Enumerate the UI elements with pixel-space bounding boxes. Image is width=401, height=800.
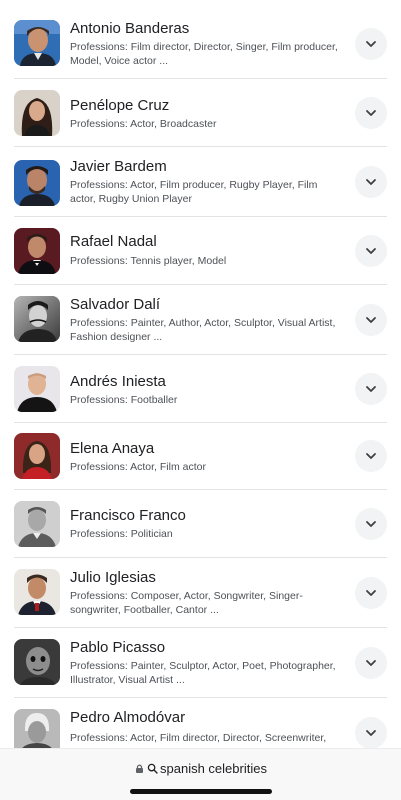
divider <box>14 146 387 147</box>
person-professions: Professions: Actor, Film producer, Rugby… <box>70 179 318 205</box>
person-professions: Professions: Painter, Author, Actor, Scu… <box>70 317 336 343</box>
divider <box>14 557 387 558</box>
chevron-down-icon <box>366 248 376 254</box>
portrait-pedro-almodovar-icon <box>14 709 60 748</box>
divider <box>14 216 387 217</box>
chevron-down-icon <box>366 179 376 185</box>
expand-button[interactable] <box>355 373 387 405</box>
person-name[interactable]: Julio Iglesias <box>70 569 156 587</box>
portrait-elena-anaya-icon <box>14 433 60 479</box>
divider <box>14 422 387 423</box>
person-name[interactable]: Rafael Nadal <box>70 233 157 251</box>
portrait-francisco-franco-icon <box>14 501 60 547</box>
person-name[interactable]: Francisco Franco <box>70 507 186 525</box>
person-professions: Professions: Actor, Film actor <box>70 461 206 473</box>
divider <box>14 284 387 285</box>
celebrity-list: Antonio Banderas Professions: Film direc… <box>0 0 401 748</box>
chevron-down-icon <box>366 317 376 323</box>
person-professions: Professions: Film director, Director, Si… <box>70 41 338 67</box>
expand-button[interactable] <box>355 508 387 540</box>
portrait-pablo-picasso-icon <box>14 639 60 685</box>
chevron-down-icon <box>366 110 376 116</box>
expand-button[interactable] <box>355 235 387 267</box>
person-name[interactable]: Javier Bardem <box>70 158 167 176</box>
divider <box>14 78 387 79</box>
expand-button[interactable] <box>355 647 387 679</box>
portrait-antonio-banderas-icon <box>14 20 60 66</box>
address-query[interactable]: spanish celebrities <box>160 761 267 776</box>
expand-button[interactable] <box>355 28 387 60</box>
person-name[interactable]: Andrés Iniesta <box>70 373 166 391</box>
chevron-down-icon <box>366 386 376 392</box>
lock-icon <box>136 764 144 773</box>
person-name[interactable]: Elena Anaya <box>70 440 154 458</box>
chevron-down-icon <box>366 730 376 736</box>
expand-button[interactable] <box>355 97 387 129</box>
portrait-andres-iniesta-icon <box>14 366 60 412</box>
person-professions: Professions: Footballer <box>70 394 178 406</box>
browser-address-bar[interactable]: spanish celebrities <box>0 748 401 800</box>
chevron-down-icon <box>366 660 376 666</box>
divider <box>14 489 387 490</box>
person-name[interactable]: Antonio Banderas <box>70 20 189 38</box>
person-professions: Professions: Composer, Actor, Songwriter… <box>70 590 303 616</box>
person-professions: Professions: Actor, Film director, Direc… <box>70 732 327 744</box>
person-name[interactable]: Pedro Almodóvar <box>70 709 185 727</box>
person-professions: Professions: Tennis player, Model <box>70 255 227 267</box>
chevron-down-icon <box>366 590 376 596</box>
person-name[interactable]: Salvador Dalí <box>70 296 160 314</box>
person-professions: Professions: Politician <box>70 528 173 540</box>
person-professions: Professions: Actor, Broadcaster <box>70 118 217 130</box>
portrait-penelope-cruz-icon <box>14 90 60 136</box>
portrait-salvador-dali-icon <box>14 296 60 342</box>
divider <box>14 627 387 628</box>
expand-button[interactable] <box>355 440 387 472</box>
expand-button[interactable] <box>355 304 387 336</box>
divider <box>14 354 387 355</box>
home-indicator[interactable] <box>130 789 272 794</box>
portrait-javier-bardem-icon <box>14 160 60 206</box>
portrait-rafael-nadal-icon <box>14 228 60 274</box>
person-name[interactable]: Penélope Cruz <box>70 97 169 115</box>
person-professions: Professions: Painter, Sculptor, Actor, P… <box>70 660 336 686</box>
chevron-down-icon <box>366 521 376 527</box>
expand-button[interactable] <box>355 166 387 198</box>
person-name[interactable]: Pablo Picasso <box>70 639 165 657</box>
portrait-julio-iglesias-icon <box>14 569 60 615</box>
search-icon <box>147 763 158 774</box>
expand-button[interactable] <box>355 577 387 609</box>
chevron-down-icon <box>366 453 376 459</box>
expand-button[interactable] <box>355 717 387 748</box>
address-pill[interactable]: spanish celebrities <box>0 759 401 777</box>
chevron-down-icon <box>366 41 376 47</box>
search-results-screen: Antonio Banderas Professions: Film direc… <box>0 0 401 800</box>
divider <box>14 697 387 698</box>
